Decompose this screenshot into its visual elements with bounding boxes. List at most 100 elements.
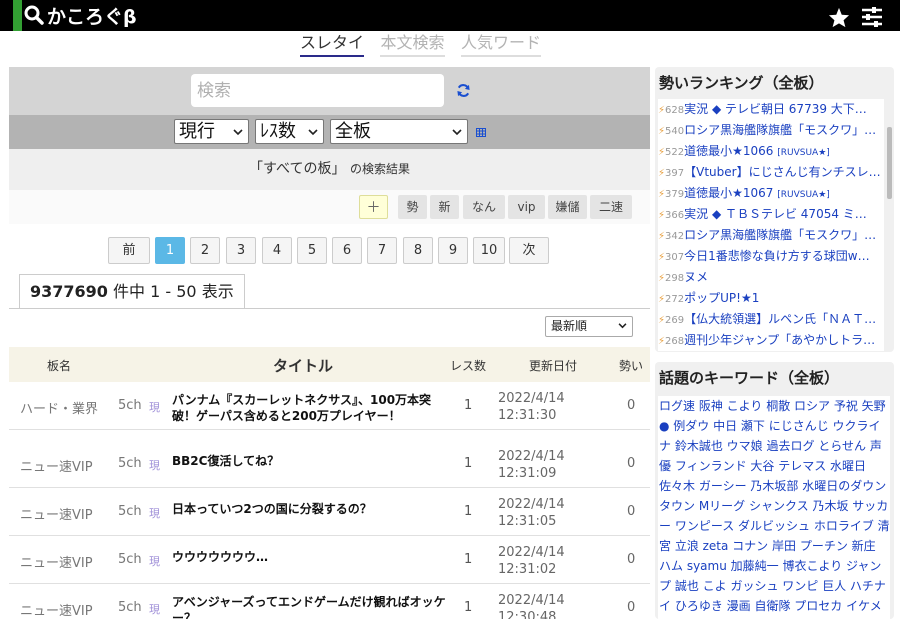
page-button[interactable]: 8 bbox=[403, 237, 433, 264]
ranking-item-title[interactable]: 実況 ◆ テレビ朝日 67739 大下… bbox=[684, 102, 867, 116]
page-button[interactable]: 7 bbox=[367, 237, 397, 264]
table-row[interactable]: ハード・業界 5ch 現 パンナム『スカーレットネクサス』、100万本突破！ゲー… bbox=[9, 382, 650, 430]
filter-nan-button[interactable]: なん bbox=[463, 195, 505, 219]
table-header: 板名 タイトル レス数 更新日付 勢い bbox=[9, 347, 650, 382]
filter-new-button[interactable]: 新 bbox=[430, 195, 459, 219]
bolt-icon: ⚡ bbox=[658, 315, 666, 326]
ranking-item[interactable]: ⚡342ロシア黒海艦隊旗艦「モスクワ」… bbox=[658, 225, 884, 246]
ranking-scrollbar[interactable] bbox=[887, 127, 892, 199]
row-board[interactable]: ニュー速VIP bbox=[20, 552, 93, 571]
ranking-ikioi: 379 bbox=[665, 189, 685, 200]
row-date: 2022/4/14 12:31:30 bbox=[498, 391, 565, 423]
ranking-title: 勢いランキング（全板） bbox=[659, 74, 824, 92]
row-board[interactable]: ニュー速VIP bbox=[20, 504, 93, 523]
ranking-item-tag: [RUVSUA★] bbox=[777, 190, 830, 200]
row-title-link[interactable]: BB2C復活してね？ bbox=[172, 453, 447, 469]
row-title-link[interactable]: 日本っていつ2つの国に分裂するの？ bbox=[172, 501, 447, 517]
board-select[interactable]: 全板 bbox=[330, 119, 468, 144]
ranking-item-title[interactable]: ロシア黒海艦隊旗艦「モスクワ」… bbox=[684, 123, 876, 137]
page-button[interactable]: 6 bbox=[332, 237, 362, 264]
row-current-badge: 現 bbox=[149, 507, 160, 520]
table-grid-icon[interactable] bbox=[476, 128, 486, 137]
ranking-item[interactable]: ⚡397【Vtuber】にじさんじ有ンチスレ… bbox=[658, 162, 884, 183]
ranking-item[interactable]: ⚡379道徳最小★1067 [RUVSUA★] bbox=[658, 183, 884, 204]
sort-order-select[interactable]: 最新順 bbox=[545, 316, 633, 337]
page-button[interactable]: 5 bbox=[297, 237, 327, 264]
tab-body-search[interactable]: 本文検索 bbox=[380, 31, 445, 57]
col-res[interactable]: レス数 bbox=[450, 357, 486, 374]
filter-nisoku-button[interactable]: 二速 bbox=[590, 195, 632, 219]
ranking-item[interactable]: ⚡307今日1番悲惨な負け方する球団w… bbox=[658, 246, 884, 267]
star-icon[interactable] bbox=[828, 7, 850, 28]
row-ikioi: 0 bbox=[627, 398, 636, 413]
ranking-item[interactable]: ⚡272ポップUP!★1 bbox=[658, 288, 884, 309]
ranking-item[interactable]: ⚡298ヌメ bbox=[658, 267, 884, 288]
filter-ikioi-button[interactable]: 勢 bbox=[398, 195, 427, 219]
ranking-item[interactable]: ⚡366実況 ◆ ＴＢＳテレビ 47054 ミ… bbox=[658, 204, 884, 225]
bolt-icon: ⚡ bbox=[658, 336, 666, 347]
refresh-icon[interactable] bbox=[456, 83, 471, 98]
col-ikioi[interactable]: 勢い bbox=[619, 357, 643, 374]
keyword-list[interactable]: ログ速 阪神 こより 桐散 ロシア 予祝 矢野 ● 例ダウ 中日 瀬下 にじさん… bbox=[658, 396, 890, 619]
row-res-count: 1 bbox=[464, 456, 473, 471]
col-date[interactable]: 更新日付 bbox=[529, 357, 577, 374]
prev-page-button[interactable]: 前 bbox=[108, 237, 150, 264]
ranking-item-title[interactable]: 【Vtuber】にじさんじ有ンチスレ… bbox=[684, 165, 880, 179]
row-title-link[interactable]: アベンジャーズってエンドゲームだけ観ればオッケー？ bbox=[172, 594, 447, 619]
ranking-item[interactable]: ⚡628実況 ◆ テレビ朝日 67739 大下… bbox=[658, 99, 884, 120]
ranking-item-title[interactable]: ヌメ bbox=[684, 270, 708, 284]
search-icon bbox=[24, 5, 44, 25]
row-title-link[interactable]: ウウウウウウウ… bbox=[172, 549, 447, 565]
search-input[interactable] bbox=[191, 74, 444, 107]
row-source: 5ch bbox=[118, 552, 142, 567]
page-button[interactable]: 10 bbox=[473, 237, 505, 264]
row-date: 2022/4/14 12:31:09 bbox=[498, 449, 565, 481]
ranking-item-title[interactable]: 道徳最小★1066 bbox=[684, 144, 777, 158]
row-title-link[interactable]: パンナム『スカーレットネクサス』、100万本突破！ゲーパス含めると200万プレイ… bbox=[172, 392, 447, 424]
result-suffix: の検索結果 bbox=[349, 162, 410, 176]
ranking-item-title[interactable]: 実況 ◆ ＴＢＳテレビ 47054 ミ… bbox=[684, 207, 867, 221]
page-button[interactable]: 1 bbox=[155, 237, 185, 264]
divider bbox=[9, 308, 650, 309]
row-board[interactable]: ニュー速VIP bbox=[20, 600, 93, 619]
row-current-badge: 現 bbox=[149, 555, 160, 568]
page-button[interactable]: 3 bbox=[226, 237, 256, 264]
chevron-down-icon bbox=[452, 129, 462, 136]
page-button[interactable]: 2 bbox=[190, 237, 220, 264]
settings-sliders-icon[interactable] bbox=[861, 7, 883, 27]
ranking-item-title[interactable]: ロシア黒海艦隊旗艦「モスクワ」… bbox=[684, 228, 876, 242]
ranking-item[interactable]: ⚡540ロシア黒海艦隊旗艦「モスクワ」… bbox=[658, 120, 884, 141]
table-row[interactable]: ニュー速VIP 5ch 現 アベンジャーズってエンドゲームだけ観ればオッケー？ … bbox=[9, 584, 650, 619]
sort-key-select[interactable]: ﾚｽ数 bbox=[255, 119, 324, 144]
page-button[interactable]: 4 bbox=[262, 237, 292, 264]
ranking-item-title[interactable]: 今日1番悲惨な負け方する球団w… bbox=[684, 249, 869, 263]
chevron-down-icon bbox=[308, 129, 318, 136]
ranking-item[interactable]: ⚡269【仏大統領選】ルペン氏「ＮＡＴ… bbox=[658, 309, 884, 330]
site-logo[interactable]: かころぐβ bbox=[24, 2, 137, 28]
ranking-item[interactable]: ⚡268週刊少年ジャンプ「あやかしトラ… bbox=[658, 330, 884, 351]
table-row[interactable]: ニュー速VIP 5ch 現 日本っていつ2つの国に分裂するの？ 1 2022/4… bbox=[9, 488, 650, 536]
period-select[interactable]: 現行 bbox=[174, 119, 249, 144]
filter-vip-button[interactable]: vip bbox=[508, 195, 545, 219]
col-board[interactable]: 板名 bbox=[47, 357, 71, 374]
ranking-ikioi: 522 bbox=[665, 147, 685, 158]
col-title[interactable]: タイトル bbox=[273, 355, 333, 376]
ranking-item-title[interactable]: 道徳最小★1067 bbox=[684, 186, 777, 200]
row-board[interactable]: ニュー速VIP bbox=[20, 456, 93, 475]
search-panel bbox=[9, 67, 650, 115]
ranking-panel: 勢いランキング（全板） ⚡628実況 ◆ テレビ朝日 67739 大下… ⚡540… bbox=[655, 67, 894, 352]
ranking-item-title[interactable]: ポップUP!★1 bbox=[684, 291, 759, 305]
page-button[interactable]: 9 bbox=[438, 237, 468, 264]
next-page-button[interactable]: 次 bbox=[509, 237, 549, 264]
row-board[interactable]: ハード・業界 bbox=[20, 398, 98, 417]
ranking-item[interactable]: ⚡522道徳最小★1066 [RUVSUA★] bbox=[658, 141, 884, 162]
filter-kenmo-button[interactable]: 嫌儲 bbox=[548, 195, 587, 219]
ranking-item-title[interactable]: 週刊少年ジャンプ「あやかしトラ… bbox=[684, 333, 875, 347]
tab-thread-title[interactable]: スレタイ bbox=[300, 31, 364, 57]
table-row[interactable]: ニュー速VIP 5ch 現 BB2C復活してね？ 1 2022/4/14 12:3… bbox=[9, 440, 650, 488]
add-filter-button[interactable]: ＋ bbox=[359, 195, 388, 219]
tab-popular-words[interactable]: 人気ワード bbox=[461, 31, 541, 57]
ranking-item-title[interactable]: 【仏大統領選】ルペン氏「ＮＡＴ… bbox=[684, 312, 876, 326]
bolt-icon: ⚡ bbox=[658, 210, 666, 221]
table-row[interactable]: ニュー速VIP 5ch 現 ウウウウウウウ… 1 2022/4/14 12:31:… bbox=[9, 536, 650, 584]
